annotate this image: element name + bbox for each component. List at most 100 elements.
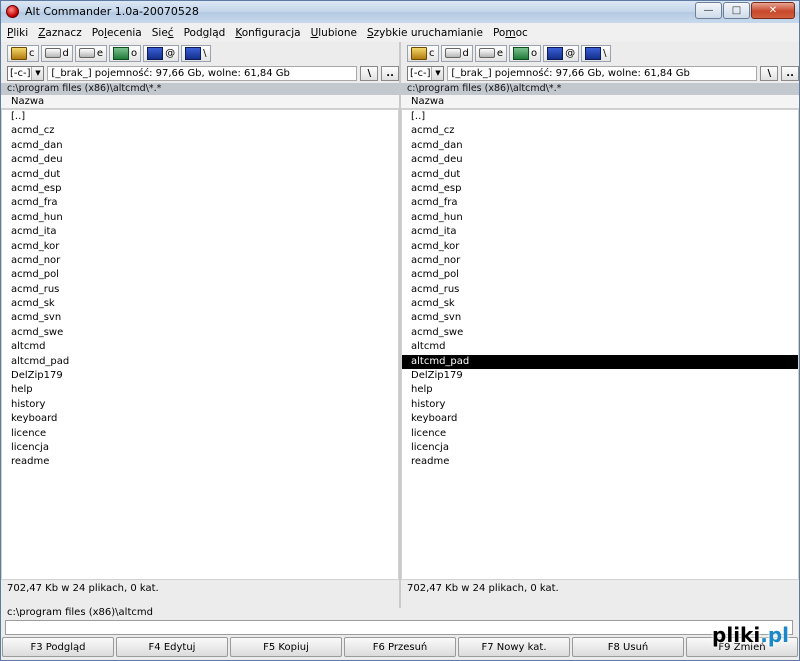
menu-item-1[interactable]: Zaznacz [38, 27, 82, 39]
left-drive-button-0[interactable]: c [7, 44, 39, 62]
right-root-button[interactable]: \ [760, 65, 779, 81]
function-key-button-2[interactable]: F5 Kopiuj [230, 637, 342, 657]
right-file-row[interactable]: history [402, 398, 798, 412]
left-root-button[interactable]: \ [360, 65, 379, 81]
close-button[interactable]: ✕ [751, 2, 795, 19]
left-column-name[interactable]: Nazwa [1, 95, 399, 109]
left-drive-button-1[interactable]: d [40, 44, 73, 62]
right-file-row[interactable]: help [402, 383, 798, 397]
title-bar[interactable]: Alt Commander 1.0a-20070528 — □ ✕ [1, 1, 799, 23]
pliki-pl-watermark: pliki.pl [712, 623, 789, 647]
menu-item-0[interactable]: Pliki [7, 27, 28, 39]
left-file-row[interactable]: acmd_fra [2, 196, 398, 210]
left-file-row[interactable]: history [2, 398, 398, 412]
left-file-row[interactable]: acmd_swe [2, 326, 398, 340]
right-file-row[interactable]: acmd_pol [402, 268, 798, 282]
command-line-input[interactable] [5, 620, 793, 635]
right-drive-button-1[interactable]: d [440, 44, 473, 62]
right-drive-button-2[interactable]: e [474, 44, 508, 62]
right-file-row[interactable]: altcmd_pad [402, 354, 798, 370]
left-file-row[interactable]: acmd_svn [2, 311, 398, 325]
left-file-row[interactable]: licence [2, 427, 398, 441]
menu-item-4[interactable]: Podgląd [184, 27, 226, 39]
left-file-row[interactable]: acmd_sk [2, 297, 398, 311]
right-file-row[interactable]: acmd_dut [402, 168, 798, 182]
left-drive-button-2[interactable]: e [74, 44, 108, 62]
left-file-row[interactable]: readme [2, 455, 398, 469]
right-column-name[interactable]: Nazwa [401, 95, 799, 109]
right-file-row[interactable]: keyboard [402, 412, 798, 426]
function-key-button-4[interactable]: F7 Nowy kat. [458, 637, 570, 657]
right-file-row[interactable]: acmd_kor [402, 240, 798, 254]
left-file-row[interactable]: acmd_deu [2, 153, 398, 167]
function-key-bar: F3 Podgląd F4 Edytuj F5 Kopiuj F6 Przesuń F7… [1, 637, 799, 659]
left-drive-button-4[interactable]: @ [143, 44, 180, 62]
right-drive-button-5[interactable]: \ [581, 44, 611, 62]
left-file-row[interactable]: acmd_dut [2, 168, 398, 182]
minimize-button[interactable]: — [695, 2, 722, 19]
right-drive-button-0[interactable]: c [407, 44, 439, 62]
menu-item-8[interactable]: Pomoc [493, 27, 528, 39]
left-file-row[interactable]: acmd_pol [2, 268, 398, 282]
right-drive-button-3[interactable]: o [509, 44, 542, 62]
left-file-row[interactable]: [..] [2, 110, 398, 124]
right-file-row[interactable]: acmd_cz [402, 124, 798, 138]
left-file-row[interactable]: acmd_cz [2, 124, 398, 138]
right-file-row[interactable]: acmd_ita [402, 225, 798, 239]
network-drive-icon [513, 46, 530, 60]
right-file-row[interactable]: acmd_dan [402, 139, 798, 153]
menu-item-3[interactable]: Sieć [152, 27, 174, 39]
right-file-row[interactable]: acmd_rus [402, 283, 798, 297]
menu-item-2[interactable]: Polecenia [92, 27, 142, 39]
right-file-row[interactable]: DelZip179 [402, 369, 798, 383]
right-file-row[interactable]: acmd_nor [402, 254, 798, 268]
right-disk-info: [_brak_] pojemność: 97,66 Gb, wolne: 61,… [447, 65, 758, 81]
left-file-row[interactable]: altcmd_pad [2, 355, 398, 369]
right-drive-value: [-c-] [410, 67, 431, 79]
computer-icon [185, 46, 202, 60]
left-file-row[interactable]: acmd_esp [2, 182, 398, 196]
hard-drive-icon [78, 48, 95, 58]
left-file-row[interactable]: acmd_kor [2, 240, 398, 254]
right-file-row[interactable]: acmd_swe [402, 326, 798, 340]
right-file-row[interactable]: licence [402, 427, 798, 441]
right-file-row[interactable]: readme [402, 455, 798, 469]
right-up-button[interactable]: .. [781, 65, 799, 81]
right-file-list[interactable]: [..] acmd_cz acmd_dan acmd_deu acmd_dut acmd_… [401, 109, 799, 580]
right-file-row[interactable]: acmd_sk [402, 297, 798, 311]
right-file-row[interactable]: licencja [402, 441, 798, 455]
left-drive-button-5[interactable]: \ [181, 44, 211, 62]
left-file-row[interactable]: licencja [2, 441, 398, 455]
right-file-row[interactable]: altcmd [402, 340, 798, 354]
function-key-button-3[interactable]: F6 Przesuń [344, 637, 456, 657]
right-file-row[interactable]: acmd_esp [402, 182, 798, 196]
menu-item-6[interactable]: Ulubione [311, 27, 357, 39]
left-file-row[interactable]: acmd_ita [2, 225, 398, 239]
left-file-row[interactable]: acmd_nor [2, 254, 398, 268]
function-key-button-0[interactable]: F3 Podgląd [2, 637, 114, 657]
right-file-row[interactable]: acmd_deu [402, 153, 798, 167]
menu-item-5[interactable]: Konfiguracja [235, 27, 300, 39]
function-key-button-1[interactable]: F4 Edytuj [116, 637, 228, 657]
left-file-row[interactable]: acmd_dan [2, 139, 398, 153]
right-file-row[interactable]: [..] [402, 110, 798, 124]
right-file-row[interactable]: acmd_svn [402, 311, 798, 325]
left-drive-select[interactable]: [-c-] ▼ [7, 65, 45, 81]
left-file-row[interactable]: keyboard [2, 412, 398, 426]
right-drive-select[interactable]: [-c-] ▼ [407, 65, 445, 81]
left-file-list[interactable]: [..] acmd_cz acmd_dan acmd_deu acmd_dut acmd_… [1, 109, 399, 580]
left-file-row[interactable]: DelZip179 [2, 369, 398, 383]
left-drive-button-3[interactable]: o [109, 44, 142, 62]
left-file-row[interactable]: altcmd [2, 340, 398, 354]
left-file-row[interactable]: help [2, 383, 398, 397]
right-drive-button-4[interactable]: @ [543, 44, 580, 62]
left-up-button[interactable]: .. [381, 65, 399, 81]
right-file-row[interactable]: acmd_hun [402, 211, 798, 225]
function-key-button-5[interactable]: F8 Usuń [572, 637, 684, 657]
menu-item-7[interactable]: Szybkie uruchamianie [367, 27, 483, 39]
app-window: Alt Commander 1.0a-20070528 — □ ✕ Pliki Z… [0, 0, 800, 661]
left-file-row[interactable]: acmd_rus [2, 283, 398, 297]
maximize-button[interactable]: □ [723, 2, 750, 19]
left-file-row[interactable]: acmd_hun [2, 211, 398, 225]
right-file-row[interactable]: acmd_fra [402, 196, 798, 210]
